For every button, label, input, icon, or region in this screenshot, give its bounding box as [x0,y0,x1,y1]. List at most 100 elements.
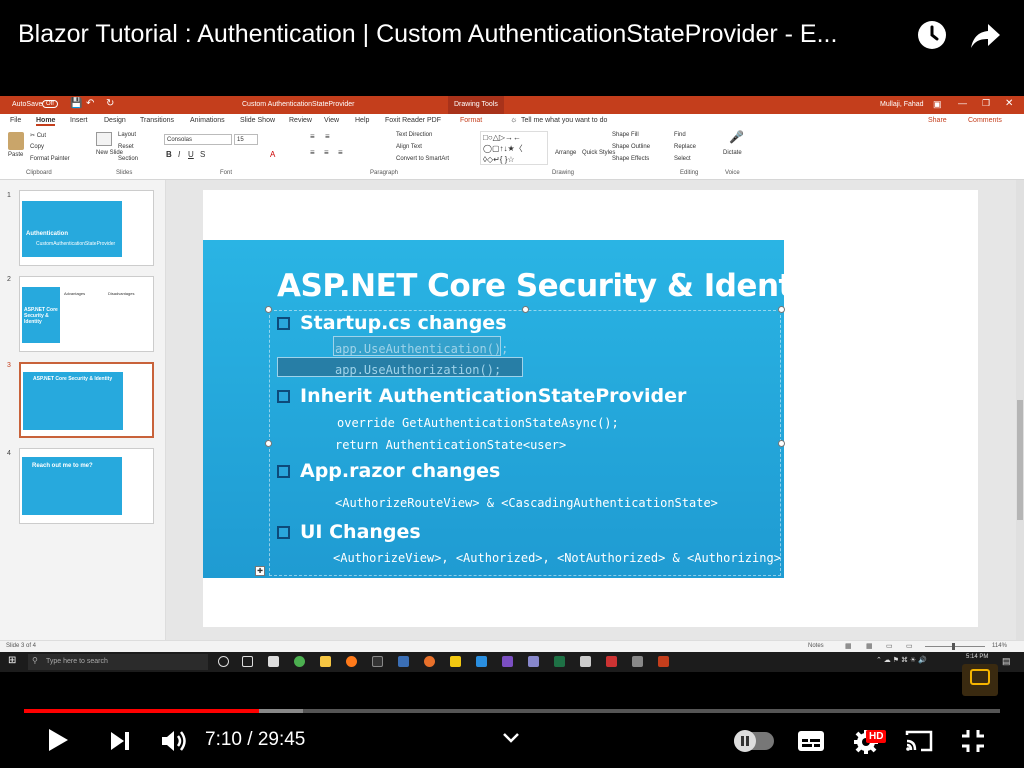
quick-styles-button[interactable]: Quick Styles [582,150,615,156]
terminal-icon[interactable] [372,656,383,667]
resize-handle[interactable] [778,440,785,447]
calculator-icon[interactable] [580,656,591,667]
app-icon[interactable] [632,656,643,667]
bold-button[interactable]: B [166,150,172,159]
minimize-icon[interactable]: — [958,98,967,108]
slide-thumbnail-4[interactable]: Reach out me to me? [19,448,154,524]
app-icon[interactable] [528,656,539,667]
text-direction-button[interactable]: Text Direction [396,132,432,138]
shapes-gallery[interactable]: □○△▷→← ◯▢↑↓★〈 ◊◇↵{ }☆ [480,131,548,165]
comments-button[interactable]: Comments [968,117,1002,124]
cast-icon[interactable] [904,729,934,758]
powerbi-icon[interactable] [450,656,461,667]
channel-watermark-logo[interactable] [962,664,998,696]
shape-effects-button[interactable]: Shape Effects [612,156,649,162]
tab-design[interactable]: Design [104,117,126,124]
slideshow-icon[interactable]: ▭ [906,642,913,650]
chevron-down-icon[interactable] [500,728,522,751]
shape-fill-button[interactable]: Shape Fill [612,132,639,138]
current-slide[interactable]: ASP.NET Core Security & Identity Startup… [203,190,978,627]
firefox-icon[interactable] [346,656,357,667]
save-icon[interactable]: 💾 [70,98,82,109]
autosave-toggle[interactable]: Off [42,100,58,108]
bullets-icon[interactable]: ≡ [310,132,315,141]
copy-button[interactable]: Copy [30,144,44,150]
share-button[interactable]: Share [928,117,947,124]
font-name-select[interactable]: Consolas [164,134,232,145]
tab-animations[interactable]: Animations [190,117,225,124]
powerpoint-icon[interactable] [658,656,669,667]
undo-icon[interactable]: ↶ [86,98,94,109]
tell-me-search[interactable]: Tell me what you want to do [521,117,607,124]
numbering-icon[interactable]: ≡ [325,132,330,141]
notes-button[interactable]: Notes [808,643,824,649]
tab-home[interactable]: Home [36,117,56,126]
zoom-level[interactable]: 114% [992,643,1007,649]
arrange-button[interactable]: Arrange [555,150,576,156]
tab-insert[interactable]: Insert [70,117,88,124]
tab-file[interactable]: File [10,117,21,124]
align-center-icon[interactable]: ≡ [324,148,329,157]
format-painter-button[interactable]: Format Painter [30,156,70,162]
slide-thumbnail-3[interactable]: ASP.NET Core Security & Identity [19,362,154,438]
align-text-button[interactable]: Align Text [396,144,422,150]
font-color-icon[interactable]: A [270,150,275,159]
slide-thumbnail-2[interactable]: ASP.NET Core Security & Identity Advanta… [19,276,154,352]
tab-slide-show[interactable]: Slide Show [240,117,275,124]
layout-options-icon[interactable]: ✚ [255,566,265,576]
taskbar-search[interactable]: Type here to search [28,654,208,670]
slide-thumbnail-1[interactable]: Authentication CustomAuthenticationState… [19,190,154,266]
resize-handle[interactable] [522,306,529,313]
next-video-icon[interactable] [108,729,132,758]
scrollbar-thumb[interactable] [1017,400,1023,520]
zoom-slider-thumb[interactable] [952,643,955,650]
vscode-icon[interactable] [476,656,487,667]
tab-review[interactable]: Review [289,117,312,124]
tab-transitions[interactable]: Transitions [140,117,174,124]
resize-handle[interactable] [265,440,272,447]
notifications-icon[interactable]: ▤ [1002,656,1011,667]
cortana-icon[interactable] [218,656,229,667]
video-title[interactable]: Blazor Tutorial : Authentication | Custo… [18,20,908,49]
file-explorer-icon[interactable] [320,656,331,667]
tab-view[interactable]: View [324,117,339,124]
zoom-slider[interactable] [925,646,985,647]
find-button[interactable]: Find [674,132,686,138]
user-name[interactable]: Mullaji, Fahad [880,101,924,108]
slide-heading[interactable]: ASP.NET Core Security & Identity [277,268,837,304]
underline-button[interactable]: U [188,150,194,159]
app-icon[interactable] [606,656,617,667]
mail-icon[interactable] [268,656,279,667]
align-left-icon[interactable]: ≡ [310,148,315,157]
slide-sorter-icon[interactable]: ▦ [866,642,873,650]
layout-button[interactable]: Layout [118,132,136,138]
exit-fullscreen-icon[interactable] [960,728,986,759]
select-button[interactable]: Select [674,156,691,162]
vertical-scrollbar[interactable] [1016,180,1024,640]
italic-button[interactable]: I [178,150,180,159]
task-view-icon[interactable] [242,656,253,667]
tab-help[interactable]: Help [355,117,369,124]
new-slide-icon[interactable] [96,132,112,146]
app-icon[interactable] [398,656,409,667]
resize-handle[interactable] [778,306,785,313]
redo-icon[interactable]: ↻ [106,98,114,109]
convert-smartart-button[interactable]: Convert to SmartArt [396,156,449,162]
paste-button[interactable]: Paste [8,152,23,158]
video-player[interactable]: Blazor Tutorial : Authentication | Custo… [0,0,1024,768]
dictate-button[interactable]: Dictate [723,150,742,156]
font-size-select[interactable]: 15 [234,134,258,145]
tab-format[interactable]: Format [460,117,482,124]
align-right-icon[interactable]: ≡ [338,148,343,157]
subtitles-icon[interactable] [797,729,825,758]
normal-view-icon[interactable]: ▦ [845,642,852,650]
autosave-label[interactable]: AutoSave [12,101,42,108]
windows-start-icon[interactable]: ⊞ [8,655,16,666]
reset-button[interactable]: Reset [118,144,134,150]
text-box-selection[interactable] [269,310,781,576]
reading-view-icon[interactable]: ▭ [886,642,893,650]
tab-foxit[interactable]: Foxit Reader PDF [385,117,441,124]
replace-button[interactable]: Replace [674,144,696,150]
excel-icon[interactable] [554,656,565,667]
volume-icon[interactable] [160,728,188,759]
